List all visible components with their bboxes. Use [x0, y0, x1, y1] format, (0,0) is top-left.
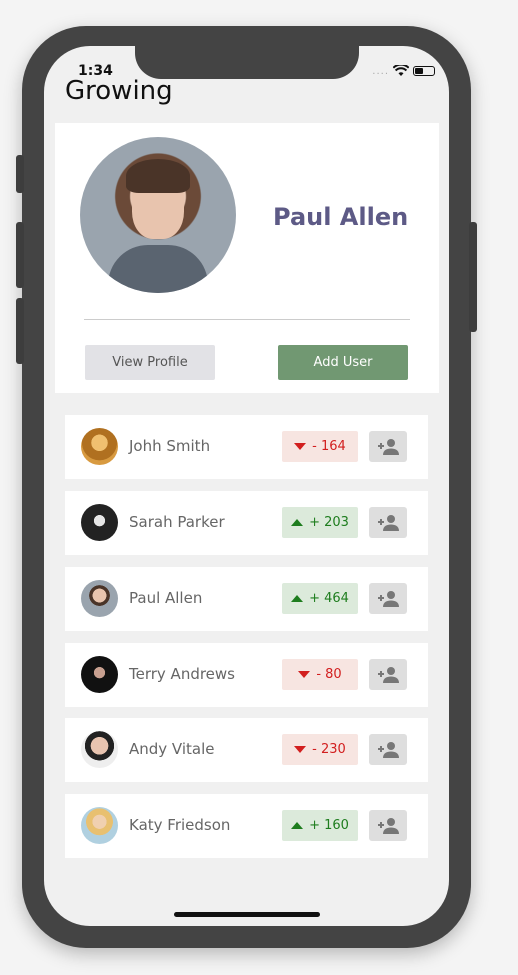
user-name: Johh Smith — [129, 437, 211, 455]
home-indicator[interactable] — [174, 912, 320, 917]
add-user-icon — [378, 438, 399, 455]
battery-icon — [413, 66, 435, 76]
notch — [135, 46, 359, 79]
add-friend-button[interactable] — [369, 659, 407, 690]
volume-up-button — [16, 222, 24, 288]
user-avatar — [81, 504, 118, 541]
trend-badge: - 80 — [282, 659, 358, 690]
user-name: Terry Andrews — [129, 665, 235, 683]
user-name: Sarah Parker — [129, 513, 225, 531]
trend-badge: - 230 — [282, 734, 358, 765]
user-row[interactable]: Andy Vitale - 230 — [65, 718, 428, 782]
trend-value: - 230 — [312, 742, 346, 757]
add-user-icon — [378, 514, 399, 531]
add-user-icon — [378, 666, 399, 683]
user-avatar — [81, 428, 118, 465]
status-icons: .... — [372, 65, 435, 77]
trend-badge: + 464 — [282, 583, 358, 614]
user-name: Paul Allen — [129, 589, 203, 607]
user-name: Katy Friedson — [129, 816, 231, 834]
power-button — [469, 222, 477, 332]
profile-avatar — [80, 137, 236, 293]
add-user-icon — [378, 590, 399, 607]
user-row[interactable]: Paul Allen + 464 — [65, 567, 428, 631]
trend-badge: + 203 — [282, 507, 358, 538]
caret-down-icon — [298, 671, 311, 678]
trend-badge: + 160 — [282, 810, 358, 841]
divider — [84, 319, 410, 320]
trend-value: + 203 — [309, 515, 349, 530]
caret-up-icon — [291, 822, 304, 829]
add-friend-button[interactable] — [369, 734, 407, 765]
user-row[interactable]: Johh Smith - 164 — [65, 415, 428, 479]
signal-icon: .... — [372, 65, 389, 77]
trend-value: - 164 — [312, 439, 346, 454]
user-avatar — [81, 731, 118, 768]
user-row[interactable]: Sarah Parker + 203 — [65, 491, 428, 555]
user-avatar — [81, 807, 118, 844]
add-user-icon — [378, 741, 399, 758]
view-profile-button[interactable]: View Profile — [85, 345, 215, 380]
caret-up-icon — [291, 595, 304, 602]
add-friend-button[interactable] — [369, 810, 407, 841]
add-user-button[interactable]: Add User — [278, 345, 408, 380]
mute-switch — [16, 155, 24, 193]
user-avatar — [81, 580, 118, 617]
add-friend-button[interactable] — [369, 431, 407, 462]
volume-down-button — [16, 298, 24, 364]
screen: 1:34 .... Growing Paul Allen View Profil… — [44, 46, 449, 926]
trend-value: + 160 — [309, 818, 349, 833]
trend-value: - 80 — [316, 667, 342, 682]
profile-card: Paul Allen View Profile Add User — [55, 123, 439, 393]
user-row[interactable]: Katy Friedson + 160 — [65, 794, 428, 858]
user-row[interactable]: Terry Andrews - 80 — [65, 643, 428, 707]
caret-down-icon — [294, 443, 307, 450]
caret-down-icon — [294, 746, 307, 753]
caret-up-icon — [291, 519, 304, 526]
user-name: Andy Vitale — [129, 740, 215, 758]
wifi-icon — [393, 65, 409, 76]
page-title: Growing — [65, 76, 173, 106]
add-user-icon — [378, 817, 399, 834]
user-avatar — [81, 656, 118, 693]
add-friend-button[interactable] — [369, 583, 407, 614]
trend-badge: - 164 — [282, 431, 358, 462]
trend-value: + 464 — [309, 591, 349, 606]
add-friend-button[interactable] — [369, 507, 407, 538]
profile-name: Paul Allen — [273, 203, 409, 231]
